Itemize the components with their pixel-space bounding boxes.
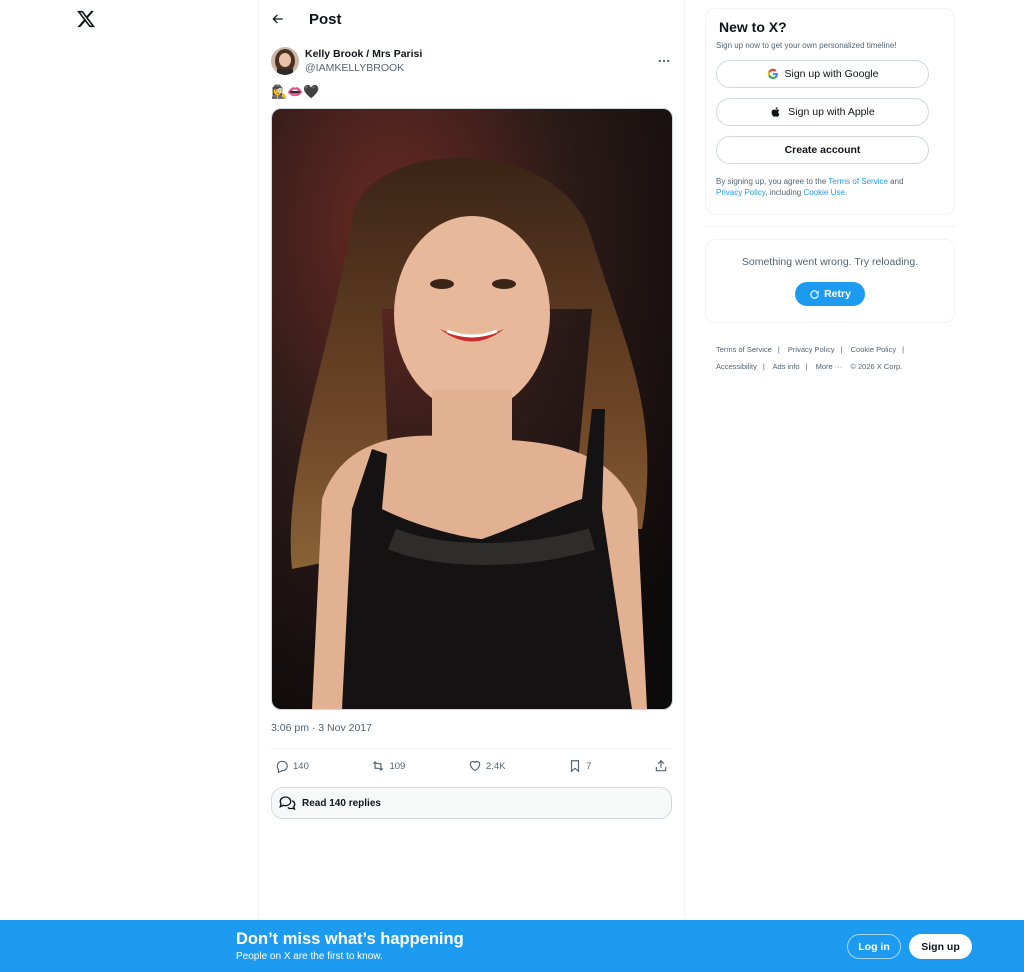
bookmark-button[interactable]: 7 [568,759,591,773]
repost-button[interactable]: 109 [371,759,405,773]
like-count: 2.4K [485,760,506,772]
signup-google-label: Sign up with Google [784,68,879,80]
like-button[interactable]: 2.4K [468,759,506,773]
footer-accessibility-link[interactable]: Accessibility [716,362,757,371]
signup-title: New to X? [719,19,787,35]
legal-and: and [887,177,904,186]
author-name[interactable]: Kelly Brook / Mrs Parisi [305,47,422,61]
create-account-label: Create account [784,144,861,156]
signup-apple-label: Sign up with Apple [788,106,875,118]
heart-icon [469,760,481,772]
divider [705,226,955,227]
bookmark-icon [571,760,580,773]
cookie-use-link[interactable]: Cookie Use. [803,188,847,197]
signup-subtitle: Sign up now to get your own personalized… [716,41,897,50]
signup-apple-button[interactable]: Sign up with Apple [716,98,929,126]
replies-bubble-icon [279,796,296,811]
reply-icon [276,760,288,773]
apple-icon [771,107,780,117]
legal-prefix: By signing up, you agree to the [716,177,829,186]
reply-button[interactable]: 140 [275,759,309,773]
signup-card: New to X? Sign up now to get your own pe… [705,8,955,215]
arrow-left-icon[interactable] [271,11,287,27]
author-handle[interactable]: @IAMKELLYBROOK [305,61,422,75]
read-replies-label: Read 140 replies [302,797,381,809]
right-sidebar: New to X? Sign up now to get your own pe… [705,0,955,375]
signup-legal-text: By signing up, you agree to the Terms of… [716,176,944,198]
share-button[interactable] [654,759,668,773]
login-button[interactable]: Log in [847,934,901,959]
footer-cookie-link[interactable]: Cookie Policy [851,345,896,354]
footer-more-link[interactable]: More ··· [816,362,843,371]
footer-ads-link[interactable]: Ads info [772,362,799,371]
signup-button[interactable]: Sign up [909,934,972,959]
x-logo-icon[interactable] [76,9,96,29]
footer-privacy-link[interactable]: Privacy Policy [788,345,835,354]
footer-separator: | [840,345,843,354]
refresh-icon [810,289,819,299]
bottom-bar-title: Don’t miss what’s happening [236,930,464,948]
avatar[interactable] [271,46,299,75]
page-title: Post [309,10,342,28]
reply-count: 140 [293,760,309,772]
post-header: Post [259,0,684,38]
retry-button[interactable]: Retry [795,282,865,306]
create-account-button[interactable]: Create account [716,136,929,164]
footer-links: Terms of Service | Privacy Policy | Cookie… [716,341,946,375]
error-card: Something went wrong. Try reloading. Ret… [705,239,955,323]
footer-separator: | [777,345,780,354]
bookmark-count: 7 [586,760,592,772]
repost-count: 109 [389,760,406,772]
main-column: Post Kelly Brook / Mrs Parisi @IAMKELLYB… [258,0,685,920]
privacy-link[interactable]: Privacy Policy [716,188,765,197]
more-options-icon[interactable] [656,53,672,69]
footer-separator: | [762,362,765,371]
tweet-photo[interactable] [271,108,673,710]
google-icon [767,68,778,80]
footer-copyright: © 2026 X Corp. [850,362,903,371]
tweet-timestamp[interactable]: 3:06 pm · 3 Nov 2017 [259,710,684,740]
share-icon [655,759,667,772]
read-replies-button[interactable]: Read 140 replies [271,787,672,819]
terms-link[interactable]: Terms of Service [828,177,888,186]
bottom-bar-subtitle: People on X are the first to know. [236,951,383,962]
retry-label: Retry [824,288,851,300]
tweet-actions: 140 109 2.4K 7 [259,749,684,783]
footer-separator: | [805,362,808,371]
footer-terms-link[interactable]: Terms of Service [716,345,772,354]
footer-separator: | [902,345,905,354]
legal-including: , including [765,188,804,197]
signup-google-button[interactable]: Sign up with Google [716,60,929,88]
tweet-text: 🕵️‍♀️👄🖤 [271,84,320,99]
repost-icon [373,761,384,771]
tweet-author: Kelly Brook / Mrs Parisi @IAMKELLYBROOK [259,38,684,76]
error-message: Something went wrong. Try reloading. [741,256,919,268]
